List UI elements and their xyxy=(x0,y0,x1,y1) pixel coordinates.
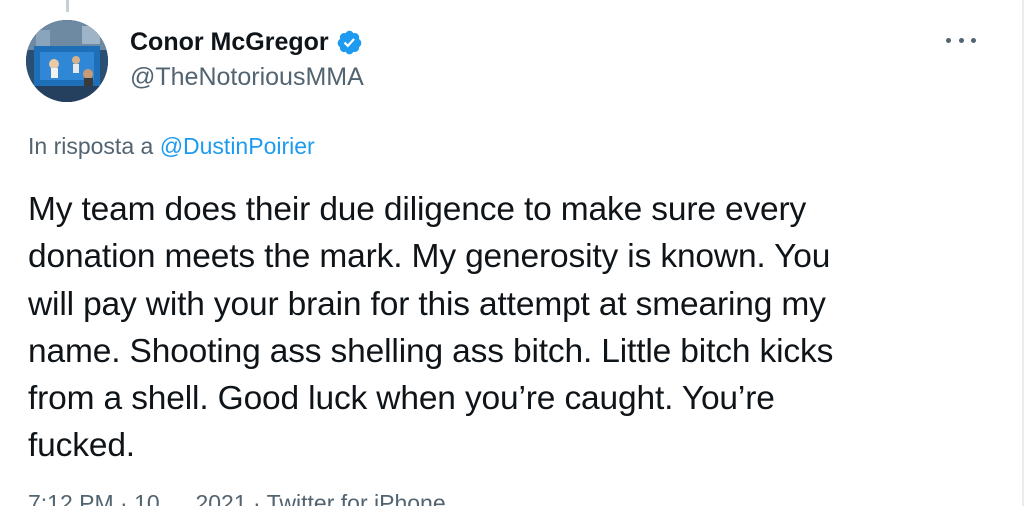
tweet-timestamp-source[interactable]: 7:12 PM · 10 … 2021 · Twitter for iPhone xyxy=(28,488,446,506)
author-display-name[interactable]: Conor McGregor xyxy=(130,26,329,58)
thread-connector-line xyxy=(66,0,69,12)
more-options-icon[interactable] xyxy=(946,26,976,54)
tweet-card: Conor McGregor @TheNotoriousMMA In rispo… xyxy=(0,0,1024,506)
reply-prefix: In risposta a xyxy=(28,133,160,159)
reply-context: In risposta a @DustinPoirier xyxy=(28,131,315,161)
author-handle[interactable]: @TheNotoriousMMA xyxy=(130,60,364,94)
tweet-header: Conor McGregor @TheNotoriousMMA xyxy=(130,26,364,94)
avatar-photo xyxy=(26,20,108,102)
avatar[interactable] xyxy=(26,20,108,102)
reply-mention-link[interactable]: @DustinPoirier xyxy=(160,133,315,159)
more-dot xyxy=(946,37,951,43)
more-dot xyxy=(971,37,976,43)
more-dot xyxy=(958,37,964,43)
name-row: Conor McGregor xyxy=(130,26,364,58)
verified-badge-icon xyxy=(337,30,361,54)
tweet-text: My team does their due diligence to make… xyxy=(28,191,834,465)
